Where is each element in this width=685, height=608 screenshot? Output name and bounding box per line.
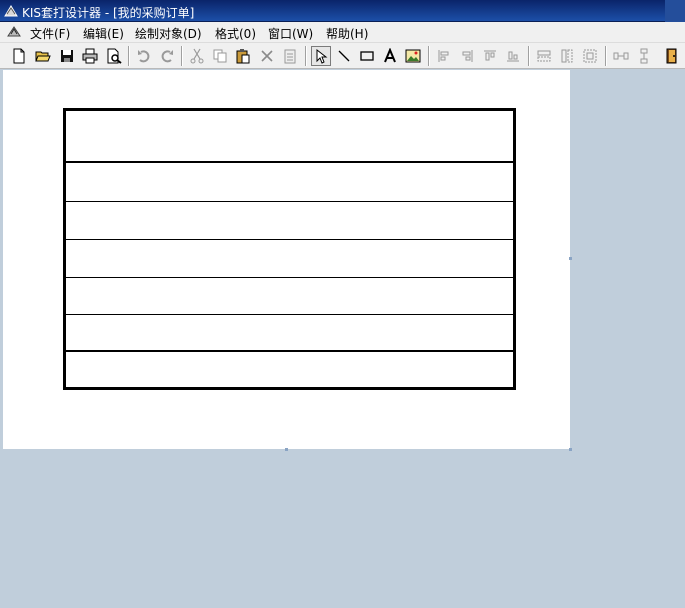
menu-help[interactable]: 帮助(H) (326, 25, 368, 42)
menu-file[interactable]: 文件(F) (30, 25, 70, 42)
document-menu-icon[interactable] (6, 24, 22, 40)
delete-icon[interactable] (257, 46, 277, 66)
properties-icon[interactable] (280, 46, 300, 66)
design-canvas[interactable] (0, 70, 685, 608)
redo-icon[interactable] (157, 46, 177, 66)
menu-window[interactable]: 窗口(W) (268, 25, 313, 42)
save-icon[interactable] (57, 46, 77, 66)
order-table-frame[interactable] (63, 108, 516, 390)
print-page[interactable] (3, 70, 570, 449)
cut-icon[interactable] (187, 46, 207, 66)
select-pointer-icon[interactable] (311, 46, 331, 66)
print-icon[interactable] (80, 46, 100, 66)
distribute-horizontal-icon[interactable] (611, 46, 631, 66)
menu-edit[interactable]: 编辑(E) (83, 25, 124, 42)
table-row-divider (66, 239, 513, 240)
window-title: KIS套打设计器 - [我的采购订单] (22, 6, 195, 20)
open-folder-icon[interactable] (33, 46, 53, 66)
toolbar-separator (181, 46, 183, 66)
toolbar-separator (605, 46, 607, 66)
page-resize-handle-right[interactable] (569, 257, 572, 260)
align-top-icon[interactable] (480, 46, 500, 66)
toolbar-separator (128, 46, 130, 66)
draw-rectangle-icon[interactable] (357, 46, 377, 66)
table-row-divider (66, 277, 513, 278)
same-size-icon[interactable] (580, 46, 600, 66)
title-bar[interactable]: KIS套打设计器 - [我的采购订单] (0, 0, 685, 22)
toolbar-separator (305, 46, 307, 66)
distribute-vertical-icon[interactable] (634, 46, 654, 66)
image-tool-icon[interactable] (403, 46, 423, 66)
same-width-icon[interactable] (534, 46, 554, 66)
toolbar-separator (428, 46, 430, 66)
align-left-icon[interactable] (434, 46, 454, 66)
menu-format[interactable]: 格式(0) (215, 25, 256, 42)
page-resize-handle-corner[interactable] (569, 448, 572, 451)
exit-icon[interactable] (662, 46, 682, 66)
menu-bar: 文件(F) 编辑(E) 绘制对象(D) 格式(0) 窗口(W) 帮助(H) (0, 22, 685, 43)
draw-line-icon[interactable] (334, 46, 354, 66)
table-row-divider (66, 201, 513, 202)
same-height-icon[interactable] (557, 46, 577, 66)
app-logo-icon (4, 5, 18, 17)
align-bottom-icon[interactable] (503, 46, 523, 66)
align-right-icon[interactable] (457, 46, 477, 66)
toolbar-separator (528, 46, 530, 66)
toolbar (0, 43, 685, 69)
undo-icon[interactable] (134, 46, 154, 66)
table-row-divider (66, 350, 513, 352)
table-row-divider (66, 161, 513, 163)
menu-draw-objects[interactable]: 绘制对象(D) (135, 25, 202, 42)
table-row-divider (66, 314, 513, 315)
paste-icon[interactable] (233, 46, 253, 66)
print-preview-icon[interactable] (104, 46, 124, 66)
window-controls[interactable] (665, 0, 685, 22)
new-file-icon[interactable] (9, 46, 29, 66)
page-resize-handle-bottom[interactable] (285, 448, 288, 451)
text-tool-icon[interactable] (380, 46, 400, 66)
copy-icon[interactable] (210, 46, 230, 66)
